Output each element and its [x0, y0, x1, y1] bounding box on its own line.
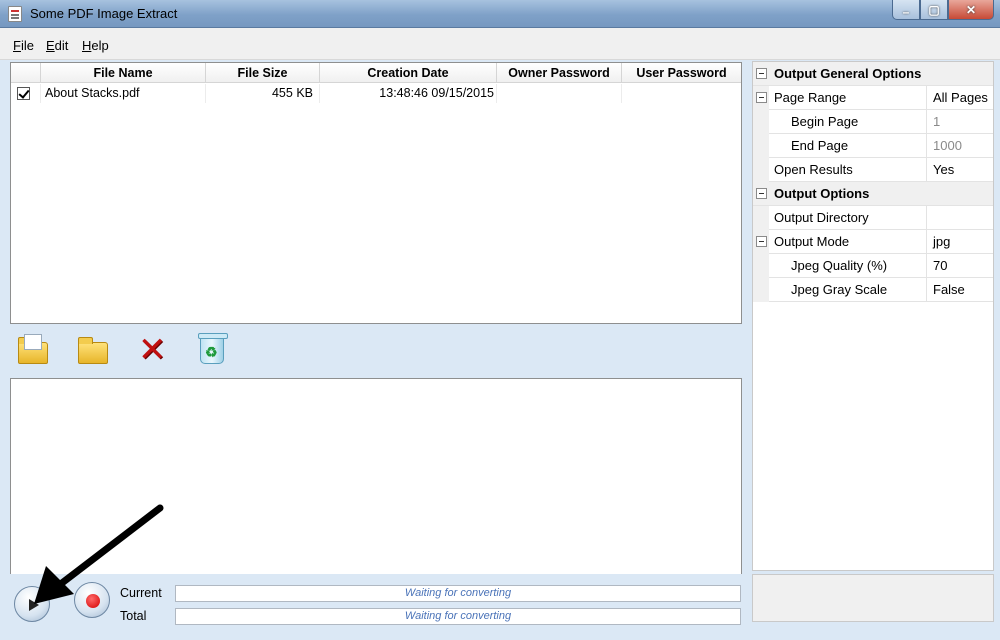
prop-name: Open Results [769, 158, 927, 182]
prop-name: Page Range [769, 86, 927, 110]
current-progress-text: Waiting for converting [404, 587, 512, 599]
options-property-grid[interactable]: Output General Options Page Range All Pa… [752, 61, 994, 571]
collapse-icon[interactable] [756, 68, 767, 79]
prop-name: End Page [769, 134, 927, 158]
collapse-icon[interactable] [756, 92, 767, 103]
category-label: Output Options [774, 186, 870, 201]
column-creation-date[interactable]: Creation Date [320, 63, 497, 83]
prop-value[interactable]: All Pages [927, 86, 993, 110]
prop-begin-page[interactable]: Begin Page 1 [753, 110, 993, 134]
row-checkbox[interactable] [17, 87, 30, 100]
close-button[interactable]: ✕ [948, 0, 994, 20]
menu-bar: File Edit Help [0, 28, 1000, 60]
cell-file-name: About Stacks.pdf [41, 84, 206, 103]
total-progress-text: Waiting for converting [404, 610, 512, 622]
prop-value[interactable]: 70 [927, 254, 993, 278]
clear-list-button[interactable]: ♻ [194, 332, 230, 368]
close-icon: ✕ [965, 2, 977, 17]
window-title: Some PDF Image Extract [30, 6, 178, 21]
prop-page-range[interactable]: Page Range All Pages [753, 86, 993, 110]
minimize-icon: – [902, 4, 910, 19]
menu-file[interactable]: File [13, 38, 34, 53]
title-bar[interactable]: Some PDF Image Extract – ▢ ✕ [0, 0, 1000, 28]
collapse-icon[interactable] [756, 236, 767, 247]
property-help-panel [752, 574, 994, 622]
prop-value[interactable]: 1 [927, 110, 993, 134]
remove-file-button[interactable]: ✕ [136, 332, 172, 368]
column-check[interactable] [11, 63, 41, 83]
prop-name: Begin Page [769, 110, 927, 134]
row-check-cell[interactable] [11, 84, 41, 103]
prop-name: Jpeg Quality (%) [769, 254, 927, 278]
category-output-options[interactable]: Output Options [753, 182, 993, 206]
app-icon [8, 6, 22, 22]
column-user-password[interactable]: User Password [622, 63, 741, 83]
recycle-icon: ♻ [205, 344, 218, 360]
add-file-button[interactable] [16, 332, 52, 368]
file-toolbar: ✕ ♻ [10, 326, 742, 376]
cell-user-password [622, 84, 741, 103]
clear-list-icon: ♻ [198, 333, 228, 364]
prop-jpeg-gray-scale[interactable]: Jpeg Gray Scale False [753, 278, 993, 302]
collapse-icon[interactable] [756, 188, 767, 199]
remove-icon: ✕ [138, 330, 167, 370]
category-label: Output General Options [774, 66, 922, 81]
prop-name: Output Mode [769, 230, 927, 254]
column-file-name[interactable]: File Name [41, 63, 206, 83]
menu-edit[interactable]: Edit [46, 38, 68, 53]
prop-value[interactable] [927, 206, 993, 230]
window-controls: – ▢ ✕ [892, 0, 994, 20]
maximize-button[interactable]: ▢ [920, 0, 948, 20]
file-list[interactable]: File Name File Size Creation Date Owner … [10, 62, 742, 324]
total-label: Total [120, 609, 147, 623]
add-folder-icon [78, 337, 108, 364]
prop-output-mode[interactable]: Output Mode jpg [753, 230, 993, 254]
prop-value[interactable]: 1000 [927, 134, 993, 158]
table-row[interactable]: About Stacks.pdf 455 KB 13:48:46 09/15/2… [11, 84, 741, 103]
prop-end-page[interactable]: End Page 1000 [753, 134, 993, 158]
cell-owner-password [497, 84, 622, 103]
cell-file-size: 455 KB [206, 84, 320, 103]
file-list-header: File Name File Size Creation Date Owner … [11, 63, 741, 83]
current-progress-bar: Waiting for converting [175, 585, 741, 602]
menu-help[interactable]: Help [82, 38, 109, 53]
prop-jpeg-quality[interactable]: Jpeg Quality (%) 70 [753, 254, 993, 278]
add-folder-button[interactable] [76, 332, 112, 368]
prop-output-directory[interactable]: Output Directory [753, 206, 993, 230]
prop-value[interactable]: Yes [927, 158, 993, 182]
minimize-button[interactable]: – [892, 0, 920, 20]
prop-name: Jpeg Gray Scale [769, 278, 927, 302]
prop-open-results[interactable]: Open Results Yes [753, 158, 993, 182]
category-output-general-options[interactable]: Output General Options [753, 62, 993, 86]
total-progress-bar: Waiting for converting [175, 608, 741, 625]
maximize-icon: ▢ [928, 2, 940, 17]
prop-name: Output Directory [769, 206, 927, 230]
column-file-size[interactable]: File Size [206, 63, 320, 83]
cell-creation-date: 13:48:46 09/15/2015 [320, 84, 497, 103]
prop-value[interactable]: jpg [927, 230, 993, 254]
prop-value[interactable]: False [927, 278, 993, 302]
annotation-arrow-icon [34, 504, 164, 604]
column-owner-password[interactable]: Owner Password [497, 63, 622, 83]
